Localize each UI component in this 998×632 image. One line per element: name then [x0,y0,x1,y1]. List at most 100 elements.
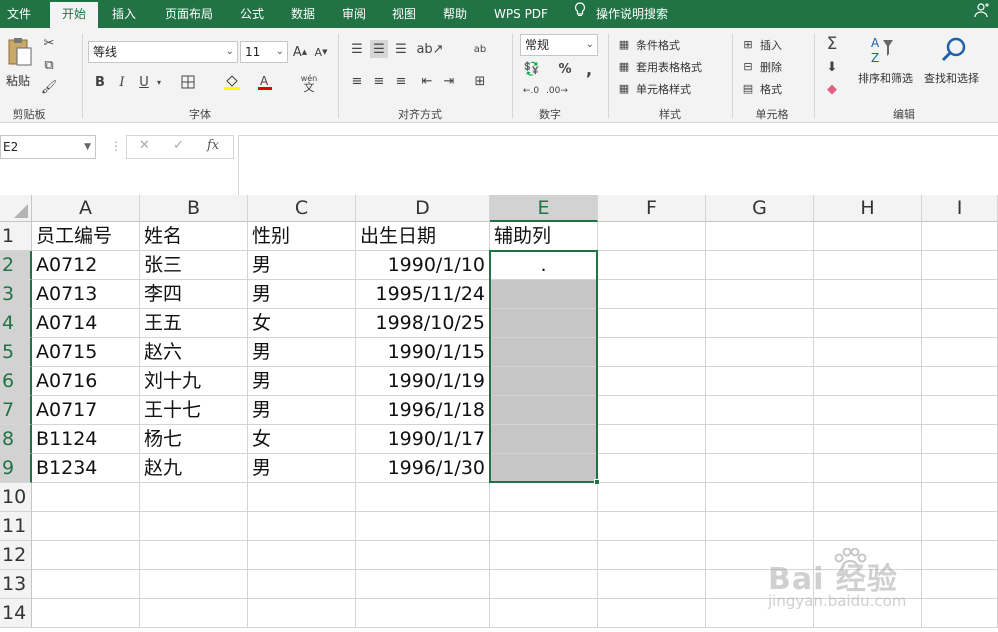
cell-d13[interactable] [356,570,490,599]
cell-f10[interactable] [598,483,706,512]
cell-styles-button[interactable]: 单元格样式 [636,81,691,97]
cell-g8[interactable] [706,425,814,454]
row-header-13[interactable]: 13 [0,570,32,599]
fill-down-icon[interactable]: ⬇ [822,58,842,76]
tab-file[interactable]: 文件 [0,0,38,28]
cell-i10[interactable] [922,483,998,512]
cell-h2[interactable] [814,251,922,280]
font-size-select[interactable]: 11 ⌄ [240,41,288,63]
currency-icon[interactable]: 💱 [520,60,544,78]
cell-b4[interactable]: 王五 [140,309,248,338]
cell-e12[interactable] [490,541,598,570]
delete-cells-icon[interactable]: ⊟ [740,58,756,74]
cell-b9[interactable]: 赵九 [140,454,248,483]
underline-button[interactable]: U [136,72,152,92]
cell-d9[interactable]: 1996/1/30 [356,454,490,483]
cell-d4[interactable]: 1998/10/25 [356,309,490,338]
tab-formulas[interactable]: 公式 [230,0,274,28]
delete-cells-button[interactable]: 删除 [760,59,782,75]
cell-d10[interactable] [356,483,490,512]
cell-c14[interactable] [248,599,356,628]
cell-e10[interactable] [490,483,598,512]
tell-me-search[interactable]: 操作说明搜索 [596,0,680,28]
cell-e2[interactable]: . [490,251,598,280]
bold-button[interactable]: B [92,72,108,92]
cell-b1[interactable]: 姓名 [140,222,248,251]
cell-i11[interactable] [922,512,998,541]
cell-g10[interactable] [706,483,814,512]
cell-c9[interactable]: 男 [248,454,356,483]
row-header-8[interactable]: 8 [0,425,32,454]
tab-home[interactable]: 开始 [50,2,98,28]
cell-i6[interactable] [922,367,998,396]
cell-g2[interactable] [706,251,814,280]
format-painter-icon[interactable]: 🖌 [40,78,58,96]
cell-d11[interactable] [356,512,490,541]
cell-a8[interactable]: B1124 [32,425,140,454]
cell-c2[interactable]: 男 [248,251,356,280]
cell-f8[interactable] [598,425,706,454]
cell-a9[interactable]: B1234 [32,454,140,483]
cell-h8[interactable] [814,425,922,454]
cell-d5[interactable]: 1990/1/15 [356,338,490,367]
cell-e5[interactable] [490,338,598,367]
decrease-font-icon[interactable]: A ▼ [313,43,329,61]
cell-f12[interactable] [598,541,706,570]
insert-cells-button[interactable]: 插入 [760,37,782,53]
cell-b14[interactable] [140,599,248,628]
cell-a5[interactable]: A0715 [32,338,140,367]
cell-a4[interactable]: A0714 [32,309,140,338]
paste-icon[interactable] [4,34,36,70]
cell-a6[interactable]: A0716 [32,367,140,396]
row-header-4[interactable]: 4 [0,309,32,338]
cell-c4[interactable]: 女 [248,309,356,338]
find-search-icon[interactable] [936,32,972,68]
cell-a12[interactable] [32,541,140,570]
row-header-5[interactable]: 5 [0,338,32,367]
cell-e4[interactable] [490,309,598,338]
cell-d7[interactable]: 1996/1/18 [356,396,490,425]
insert-function-icon[interactable]: fx [207,138,219,153]
cell-c3[interactable]: 男 [248,280,356,309]
tab-review[interactable]: 审阅 [334,0,374,28]
align-center-icon[interactable]: ≡ [370,72,388,90]
cell-f5[interactable] [598,338,706,367]
cell-b8[interactable]: 杨七 [140,425,248,454]
cell-a13[interactable] [32,570,140,599]
cell-i9[interactable] [922,454,998,483]
increase-decimal-icon[interactable]: ←.0 [520,82,542,100]
cell-h11[interactable] [814,512,922,541]
cell-a2[interactable]: A0712 [32,251,140,280]
conditional-format-button[interactable]: 条件格式 [636,37,680,53]
cell-i4[interactable] [922,309,998,338]
number-format-select[interactable]: 常规 ⌄ [520,34,598,56]
cell-f4[interactable] [598,309,706,338]
format-cells-icon[interactable]: ▤ [740,80,756,96]
cell-h7[interactable] [814,396,922,425]
chevron-down-icon[interactable]: ▼ [84,136,91,158]
cell-styles-icon[interactable]: ▦ [616,80,632,96]
more-options-icon[interactable]: ⋮ [110,139,122,153]
cell-a10[interactable] [32,483,140,512]
cell-g7[interactable] [706,396,814,425]
cell-g1[interactable] [706,222,814,251]
row-header-10[interactable]: 10 [0,483,32,512]
cell-f14[interactable] [598,599,706,628]
column-header-d[interactable]: D [356,195,490,222]
align-top-icon[interactable]: ☰ [348,40,366,58]
increase-indent-icon[interactable]: ⇥ [440,72,458,90]
cell-b3[interactable]: 李四 [140,280,248,309]
wrap-text-icon[interactable]: ab [470,40,490,58]
cell-f7[interactable] [598,396,706,425]
cell-f13[interactable] [598,570,706,599]
conditional-format-icon[interactable]: ▦ [616,36,632,52]
cell-h1[interactable] [814,222,922,251]
enter-icon[interactable]: ✓ [173,138,184,153]
column-header-e[interactable]: E [490,195,598,222]
merge-center-icon[interactable]: ⊞ [470,72,490,90]
cell-d8[interactable]: 1990/1/17 [356,425,490,454]
column-header-f[interactable]: F [598,195,706,222]
cell-c13[interactable] [248,570,356,599]
row-header-6[interactable]: 6 [0,367,32,396]
cell-f1[interactable] [598,222,706,251]
